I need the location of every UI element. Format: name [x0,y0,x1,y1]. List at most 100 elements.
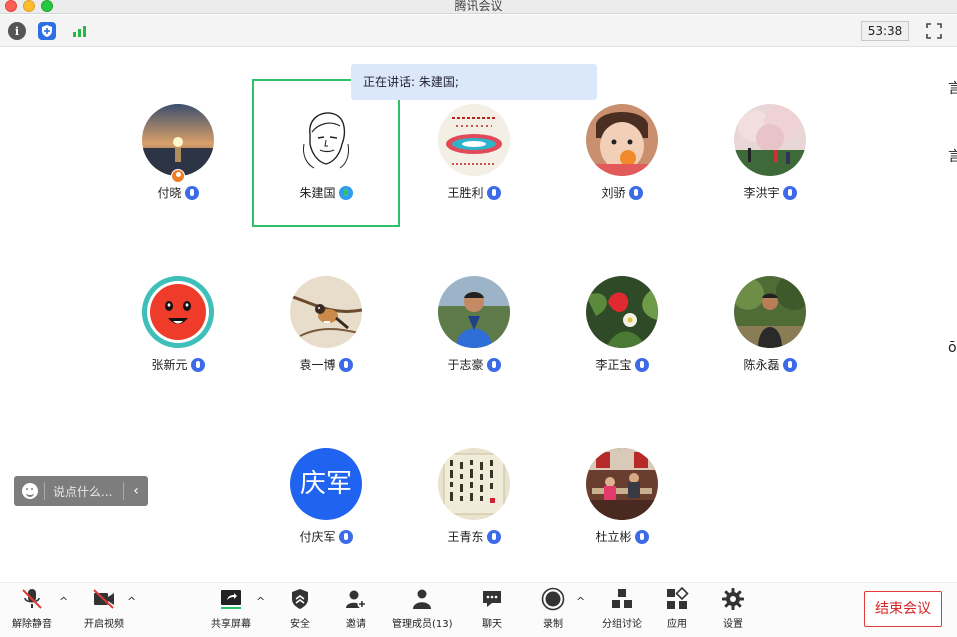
chat-placeholder[interactable]: 说点什么... [53,483,123,500]
participant-tile[interactable]: 李洪宇 [705,104,835,224]
avatar [142,276,214,348]
mic-icon [628,185,643,200]
apps-icon [667,587,689,609]
breakout-rooms-label: 分组讨论 [602,619,642,630]
invite-button[interactable]: 邀请 [338,587,374,631]
participant-name: 张新元 [151,358,188,372]
gear-icon [722,588,744,610]
avatar [586,276,658,348]
participant-name: 于志豪 [447,358,484,372]
share-screen-label: 共享屏幕 [211,619,251,630]
avatar [438,104,510,176]
participant-tile[interactable]: 刘骄 [557,104,687,224]
participant-tile[interactable]: 朱建国 [261,104,391,224]
apps-button[interactable]: 应用 [659,587,695,631]
share-screen-button[interactable]: 共享屏幕 [207,587,255,631]
settings-button[interactable]: 设置 [715,587,751,631]
participant-tile[interactable]: 李正宝 [557,276,687,396]
chat-button[interactable]: 聊天 [474,587,510,631]
participant-name: 王胜利 [447,186,484,200]
members-icon [413,589,431,609]
mic-icon [338,357,353,372]
invite-label: 邀请 [346,619,366,630]
participant-tile[interactable]: 付晓 [113,104,243,224]
start-video-label: 开启视频 [84,619,124,630]
participant-name: 刘骄 [601,186,626,200]
avatar-initials: 庆军 [299,469,352,499]
manage-members-label: 管理成员(13) [392,619,453,630]
participant-tile[interactable]: 袁一博 [261,276,391,396]
chat-bubble-icon [483,591,501,607]
network-signal-icon[interactable] [70,22,88,40]
security-shield-icon[interactable] [38,22,56,40]
participant-name: 付庆军 [299,530,336,544]
background-window-fragment: ō [948,340,957,356]
emoji-icon[interactable] [22,483,38,499]
record-label: 录制 [543,619,563,630]
collapse-chevron-icon[interactable]: ‹ [124,483,148,499]
start-video-button[interactable]: 开启视频 [80,587,128,631]
apps-label: 应用 [667,619,687,630]
unmute-button[interactable]: 解除静音 [8,587,56,631]
participant-name: 袁一博 [299,358,336,372]
breakout-rooms-button[interactable]: 分组讨论 [598,587,646,631]
share-screen-icon [221,590,241,609]
avatar [438,448,510,520]
background-window-fragment: 言 [948,149,957,165]
participant-name: 李洪宇 [743,186,780,200]
participant-name: 王青东 [447,530,484,544]
end-meeting-button[interactable]: 结束会议 [864,591,942,627]
mic-icon [338,529,353,544]
participant-name: 李正宝 [595,358,632,372]
shield-plus-icon [42,25,52,37]
record-options-caret-icon[interactable]: ^ [576,596,586,607]
video-options-caret-icon[interactable]: ^ [127,596,137,607]
avatar [734,104,806,176]
mic-icon [634,357,649,372]
avatar [142,104,214,176]
shield-icon [292,589,308,609]
avatar [586,448,658,520]
breakout-grid-icon [612,589,632,608]
mic-icon [486,357,501,372]
add-person-icon [346,590,367,609]
fullscreen-icon[interactable] [926,23,942,39]
participant-tile[interactable]: 陈永磊 [705,276,835,396]
participant-name: 陈永磊 [743,358,780,372]
participant-tile[interactable]: 张新元 [113,276,243,396]
mic-icon [190,357,205,372]
background-window-fragment: 言 [948,81,957,97]
meeting-timer: 53:38 [861,21,909,41]
chat-label: 聊天 [482,619,502,630]
info-icon[interactable]: i [8,22,26,40]
avatar [290,104,362,176]
mic-icon [782,357,797,372]
security-button[interactable]: 安全 [282,587,318,631]
avatar [586,104,658,176]
unmute-label: 解除静音 [12,619,52,630]
participant-tile[interactable]: 王胜利 [409,104,539,224]
manage-members-button[interactable]: 管理成员(13) [392,587,453,631]
meeting-toolbar: 解除静音 ^ 开启视频 ^ 共享屏幕 ^ 安全 邀请 管理成员(13) 聊天 录… [0,582,957,637]
avatar [438,276,510,348]
participant-tile[interactable]: 于志豪 [409,276,539,396]
now-speaking-banner: 正在讲话: 朱建国; [351,64,597,100]
settings-label: 设置 [723,619,743,630]
window-title: 腾讯会议 [454,0,503,13]
participant-name: 付晓 [157,186,182,200]
avatar [290,276,362,348]
participant-tile[interactable]: 杜立彬 [557,448,687,568]
avatar: 庆军 [290,448,362,520]
participant-tile[interactable]: 王青东 [409,448,539,568]
share-options-caret-icon[interactable]: ^ [256,596,266,607]
mic-talking-icon [338,185,353,200]
audio-options-caret-icon[interactable]: ^ [59,596,69,607]
host-icon [171,169,185,183]
chat-input-box[interactable]: 说点什么... ‹ [14,476,148,506]
mic-icon [634,529,649,544]
mic-icon [184,185,199,200]
record-button[interactable]: 录制 [535,587,571,631]
participant-name: 朱建国 [299,186,336,200]
participant-tile[interactable]: 庆军 付庆军 [261,448,391,568]
muted-mic-icon [22,589,42,609]
